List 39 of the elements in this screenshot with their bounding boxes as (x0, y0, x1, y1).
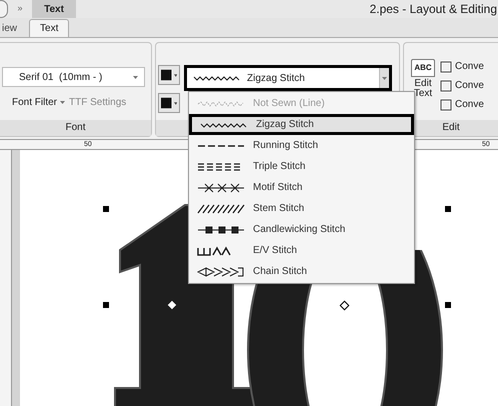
stitch-type-dropdown[interactable]: Zigzag Stitch (184, 65, 392, 91)
stitch-pattern-icon (197, 98, 245, 108)
context-tab-label: Text (32, 0, 76, 18)
color-swatch-icon (161, 97, 172, 109)
quick-access-button[interactable]: » (8, 0, 32, 18)
font-dropdown[interactable]: Serif 01 (10mm - ) (2, 67, 145, 87)
stitch-menu-item[interactable]: Candlewicking Stitch (189, 219, 414, 240)
dropdown-caret-icon (174, 74, 177, 76)
ribbon-tab[interactable]: iew (0, 19, 26, 37)
stitch-menu-item[interactable]: Chain Stitch (189, 261, 414, 282)
stitch-pattern-icon (197, 266, 245, 276)
dropdown-caret-icon (133, 76, 138, 78)
convert-button[interactable]: Conve (440, 78, 484, 93)
stitch-pattern-icon (197, 224, 245, 234)
thread-color-button[interactable] (158, 93, 180, 113)
stitch-pattern-icon (197, 182, 245, 192)
stitch-menu-item[interactable]: Triple Stitch (189, 156, 414, 177)
rotation-handle[interactable] (340, 300, 350, 310)
dropdown-caret-icon (174, 102, 177, 104)
selection-handle[interactable] (103, 206, 109, 212)
convert-button[interactable]: Conve (440, 59, 484, 74)
thread-color-button[interactable] (158, 65, 180, 85)
ribbon-tab[interactable]: Text (29, 19, 70, 37)
font-filter-button[interactable]: Font Filter (12, 95, 66, 110)
stitch-menu-item[interactable]: Stem Stitch (189, 198, 414, 219)
group-label: Font (0, 120, 151, 136)
stitch-menu-item[interactable]: Running Stitch (189, 135, 414, 156)
stitch-menu-item[interactable]: Zigzag Stitch (189, 114, 414, 135)
dropdown-caret-icon (60, 101, 66, 104)
stitch-menu-item[interactable]: Motif Stitch (189, 177, 414, 198)
dropdown-caret-icon (382, 76, 387, 80)
stitch-menu-item[interactable]: E/V Stitch (189, 240, 414, 261)
color-swatch-icon (161, 69, 172, 81)
stitch-pattern-icon (197, 204, 245, 214)
selection-handle[interactable] (103, 302, 109, 308)
convert-button[interactable]: Conve (440, 97, 484, 112)
selection-handle[interactable] (445, 302, 451, 308)
selection-handle[interactable] (445, 206, 451, 212)
window-title: 2.pes - Layout & Editing (370, 1, 497, 18)
